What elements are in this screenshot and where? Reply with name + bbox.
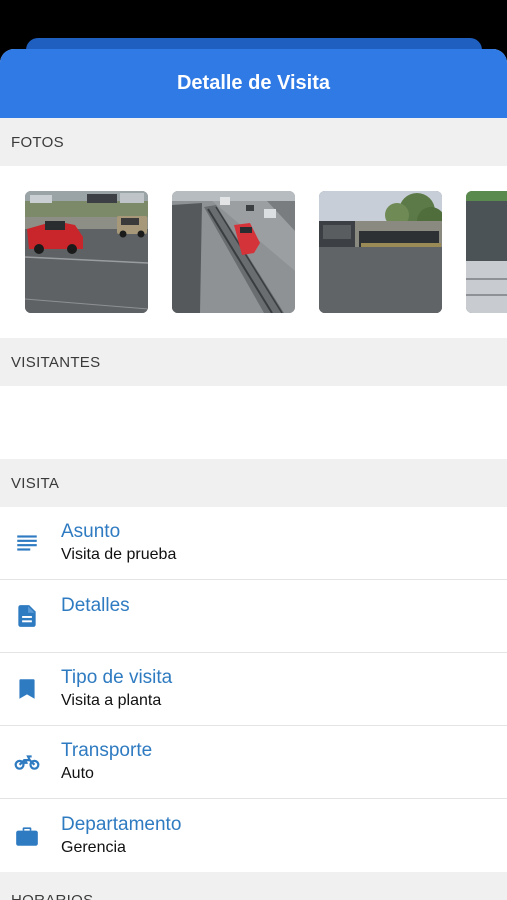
section-header-horarios: HORARIOS xyxy=(0,872,507,900)
transporte-label: Transporte xyxy=(61,740,153,761)
section-header-fotos: FOTOS xyxy=(0,118,507,166)
departamento-value: Gerencia xyxy=(61,838,126,856)
departamento-label: Departamento xyxy=(61,813,182,835)
transporte-value: Auto xyxy=(61,765,94,782)
document-icon xyxy=(0,580,52,652)
visitors-list-empty xyxy=(0,386,507,459)
row-tipo-visita[interactable]: Tipo de visita Visita a planta xyxy=(0,653,507,726)
subject-lines-icon xyxy=(0,507,52,579)
detalles-label: Detalles xyxy=(61,595,130,616)
section-header-visitantes: VISITANTES xyxy=(0,338,507,386)
page-title: Detalle de Visita xyxy=(176,72,331,94)
asunto-label: Asunto xyxy=(61,521,121,542)
tipo-label: Tipo de visita xyxy=(61,667,173,688)
asunto-value: Visita de prueba xyxy=(61,546,177,563)
photo-thumbnail-3[interactable] xyxy=(319,191,442,313)
row-asunto[interactable]: Asunto Visita de prueba xyxy=(0,507,507,580)
section-header-visita: VISITA xyxy=(0,459,507,507)
photo-carousel[interactable] xyxy=(0,166,507,338)
bookmark-icon xyxy=(0,653,52,725)
photo-thumbnail-2[interactable] xyxy=(172,191,295,313)
photo-thumbnail-4[interactable] xyxy=(466,191,507,313)
row-transporte[interactable]: Transporte Auto xyxy=(0,726,507,799)
briefcase-icon xyxy=(0,799,52,872)
row-detalles[interactable]: Detalles xyxy=(0,580,507,653)
tipo-value: Visita a planta xyxy=(61,692,162,709)
visit-info-list: Asunto Visita de prueba Detalles Tipo de… xyxy=(0,507,507,872)
visit-detail-sheet: Detalle de Visita FOTOS VISITANTES VISIT… xyxy=(0,49,507,900)
motorcycle-icon xyxy=(0,726,52,798)
screen: Detalle de Visita FOTOS VISITANTES VISIT… xyxy=(0,0,507,900)
row-departamento[interactable]: Departamento Gerencia xyxy=(0,799,507,872)
photo-thumbnail-1[interactable] xyxy=(25,191,148,313)
header: Detalle de Visita xyxy=(0,49,507,118)
